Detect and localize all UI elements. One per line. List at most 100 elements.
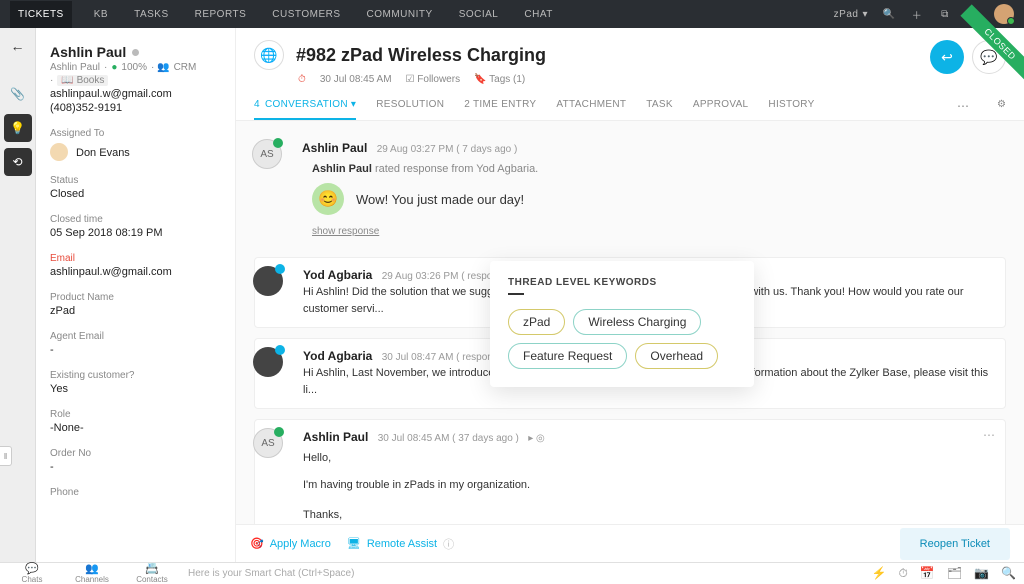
author-avatar-icon	[253, 347, 283, 377]
keyword-chip[interactable]: Overhead	[635, 343, 718, 369]
thread-time: 30 Jul 08:45 AM ( 37 days ago )	[378, 433, 519, 444]
keyword-chip[interactable]: zPad	[508, 309, 565, 335]
thread-more-icon[interactable]: ⋯	[983, 428, 995, 442]
author-avatar-icon	[253, 266, 283, 296]
conversation-body[interactable]: AS Ashlin Paul 29 Aug 03:27 PM ( 7 days …	[236, 121, 1024, 524]
order-no-value: -	[50, 461, 221, 473]
reply-all-button[interactable]: ↩	[930, 40, 964, 74]
thread-signoff: Thanks,	[303, 507, 991, 524]
attach-tab-icon[interactable]: 📎	[4, 80, 32, 108]
nav-tasks[interactable]: TASKS	[130, 1, 173, 28]
insights-tab-icon[interactable]: 💡	[4, 114, 32, 142]
bb-layers-icon[interactable]: 🗂	[947, 566, 962, 581]
status-value: Closed	[50, 188, 221, 200]
nav-tickets[interactable]: TICKETS	[10, 1, 72, 28]
author-avatar-icon: AS	[253, 428, 283, 458]
followers-link[interactable]: ☑ Followers	[406, 74, 461, 85]
thread-time: 29 Aug 03:27 PM ( 7 days ago )	[377, 144, 518, 155]
macro-icon: 🎯	[250, 537, 264, 550]
ticket-header: 🌐 #982 zPad Wireless Charging ⏱ 30 Jul 0…	[236, 28, 1024, 121]
bottom-bar: 💬Chats 👥Channels 📇Contacts Here is your …	[0, 562, 1024, 584]
tags-link[interactable]: 🔖 Tags (1)	[474, 74, 525, 85]
thread-author: Yod Agbaria	[303, 268, 372, 282]
search-icon[interactable]: 🔍	[882, 7, 896, 21]
thread-greeting: Hello,	[303, 450, 991, 467]
plus-icon[interactable]: ＋	[910, 7, 924, 21]
closed-time-value: 05 Sep 2018 08:19 PM	[50, 227, 221, 239]
ticket-tabs: 4 CONVERSATION ▾ RESOLUTION 2 TIME ENTRY…	[254, 99, 1006, 120]
agent-email-value: -	[50, 344, 221, 356]
back-button[interactable]: ←	[11, 38, 25, 54]
role-label: Role	[50, 409, 221, 420]
open-external-icon[interactable]: ⧉	[938, 7, 952, 21]
tab-conversation[interactable]: 4 CONVERSATION ▾	[254, 99, 356, 120]
reopen-ticket-button[interactable]: Reopen Ticket	[900, 528, 1010, 560]
smart-chat-hint[interactable]: Here is your Smart Chat (Ctrl+Space)	[188, 568, 872, 579]
thread-author: Ashlin Paul	[302, 141, 367, 155]
keywords-popover: THREAD LEVEL KEYWORDS zPad Wireless Char…	[490, 261, 754, 387]
bottom-tab-channels[interactable]: 👥Channels	[68, 564, 116, 584]
rating-line: Ashlin Paul rated response from Yod Agba…	[312, 163, 992, 175]
role-value: -None-	[50, 422, 221, 434]
thread-body: I'm having trouble in zPads in my organi…	[303, 477, 991, 494]
product-value: zPad	[50, 305, 221, 317]
order-no-label: Order No	[50, 448, 221, 459]
channels-icon: 👥	[85, 564, 99, 575]
tab-time-entry[interactable]: 2 TIME ENTRY	[464, 99, 536, 120]
bb-camera-icon[interactable]: 📷	[974, 566, 989, 581]
contacts-icon: 📇	[145, 564, 159, 575]
thread-expand-icon[interactable]: ▸ ◎	[528, 433, 545, 444]
collapse-handle[interactable]: ‖	[0, 446, 12, 466]
keyword-chip[interactable]: Wireless Charging	[573, 309, 701, 335]
bottom-tab-chats[interactable]: 💬Chats	[8, 564, 56, 584]
tabs-more-icon[interactable]: ⋯	[957, 99, 969, 120]
thread-author: Yod Agbaria	[303, 349, 372, 363]
assigned-to[interactable]: Don Evans	[50, 143, 221, 161]
customer-panel: Ashlin Paul Ashlin Paul · ●100% · 👥 CRM …	[36, 28, 236, 562]
top-nav: TICKETS KB TASKS REPORTS CUSTOMERS COMMU…	[0, 0, 1024, 28]
ticket-footer: 🎯Apply Macro 🖥Remote Assist ⓘ Reopen Tic…	[236, 524, 1024, 562]
email-value: ashlinpaul.w@gmail.com	[50, 266, 221, 278]
tab-attachment[interactable]: ATTACHMENT	[556, 99, 626, 120]
chat-icon: 💬	[25, 564, 39, 575]
tab-approval[interactable]: APPROVAL	[693, 99, 749, 120]
existing-customer-value: Yes	[50, 383, 221, 395]
nav-social[interactable]: SOCIAL	[455, 1, 503, 28]
top-nav-left: TICKETS KB TASKS REPORTS CUSTOMERS COMMU…	[10, 1, 834, 28]
thread-author: Ashlin Paul	[303, 430, 368, 444]
tab-task[interactable]: TASK	[646, 99, 673, 120]
nav-kb[interactable]: KB	[90, 1, 112, 28]
nav-customers[interactable]: CUSTOMERS	[268, 1, 344, 28]
bottom-tab-contacts[interactable]: 📇Contacts	[128, 564, 176, 584]
history-tab-icon[interactable]: ⟲	[4, 148, 32, 176]
bb-timer-icon[interactable]: ⏱	[899, 566, 908, 581]
thread-item[interactable]: AS ⋯ Ashlin Paul 30 Jul 08:45 AM ( 37 da…	[254, 419, 1006, 524]
keyword-chip[interactable]: Feature Request	[508, 343, 627, 369]
tab-history[interactable]: HISTORY	[768, 99, 814, 120]
assigned-to-label: Assigned To	[50, 128, 221, 139]
customer-email: ashlinpaul.w@gmail.com	[50, 88, 221, 100]
apply-macro-button[interactable]: 🎯Apply Macro	[250, 537, 331, 550]
ticket-panel: 🌐 #982 zPad Wireless Charging ⏱ 30 Jul 0…	[236, 28, 1024, 562]
thread-item[interactable]: AS Ashlin Paul 29 Aug 03:27 PM ( 7 days …	[254, 131, 1006, 247]
remote-assist-button[interactable]: 🖥Remote Assist ⓘ	[347, 536, 454, 552]
tab-resolution[interactable]: RESOLUTION	[376, 99, 444, 120]
assignee-avatar-icon	[50, 143, 68, 161]
email-label: Email	[50, 253, 221, 264]
account-switcher[interactable]: zPad ▾	[834, 9, 868, 20]
agent-email-label: Agent Email	[50, 331, 221, 342]
status-dot-icon	[132, 49, 139, 56]
profile-avatar[interactable]	[994, 4, 1014, 24]
show-response-link[interactable]: show response	[312, 226, 379, 237]
bb-search-icon[interactable]: 🔍	[1001, 566, 1016, 581]
channel-web-icon: 🌐	[254, 40, 284, 70]
nav-community[interactable]: COMMUNITY	[363, 1, 437, 28]
rating-message: 😊 Wow! You just made our day!	[312, 183, 992, 215]
tabs-settings-icon[interactable]: ⚙	[997, 99, 1006, 120]
bb-calendar-icon[interactable]: 📅	[920, 566, 935, 581]
nav-chat[interactable]: CHAT	[520, 1, 556, 28]
nav-reports[interactable]: REPORTS	[191, 1, 251, 28]
ticket-title: #982 zPad Wireless Charging	[296, 45, 546, 66]
author-avatar-icon: AS	[252, 139, 282, 169]
bb-logo-icon[interactable]: ⚡	[872, 566, 887, 581]
